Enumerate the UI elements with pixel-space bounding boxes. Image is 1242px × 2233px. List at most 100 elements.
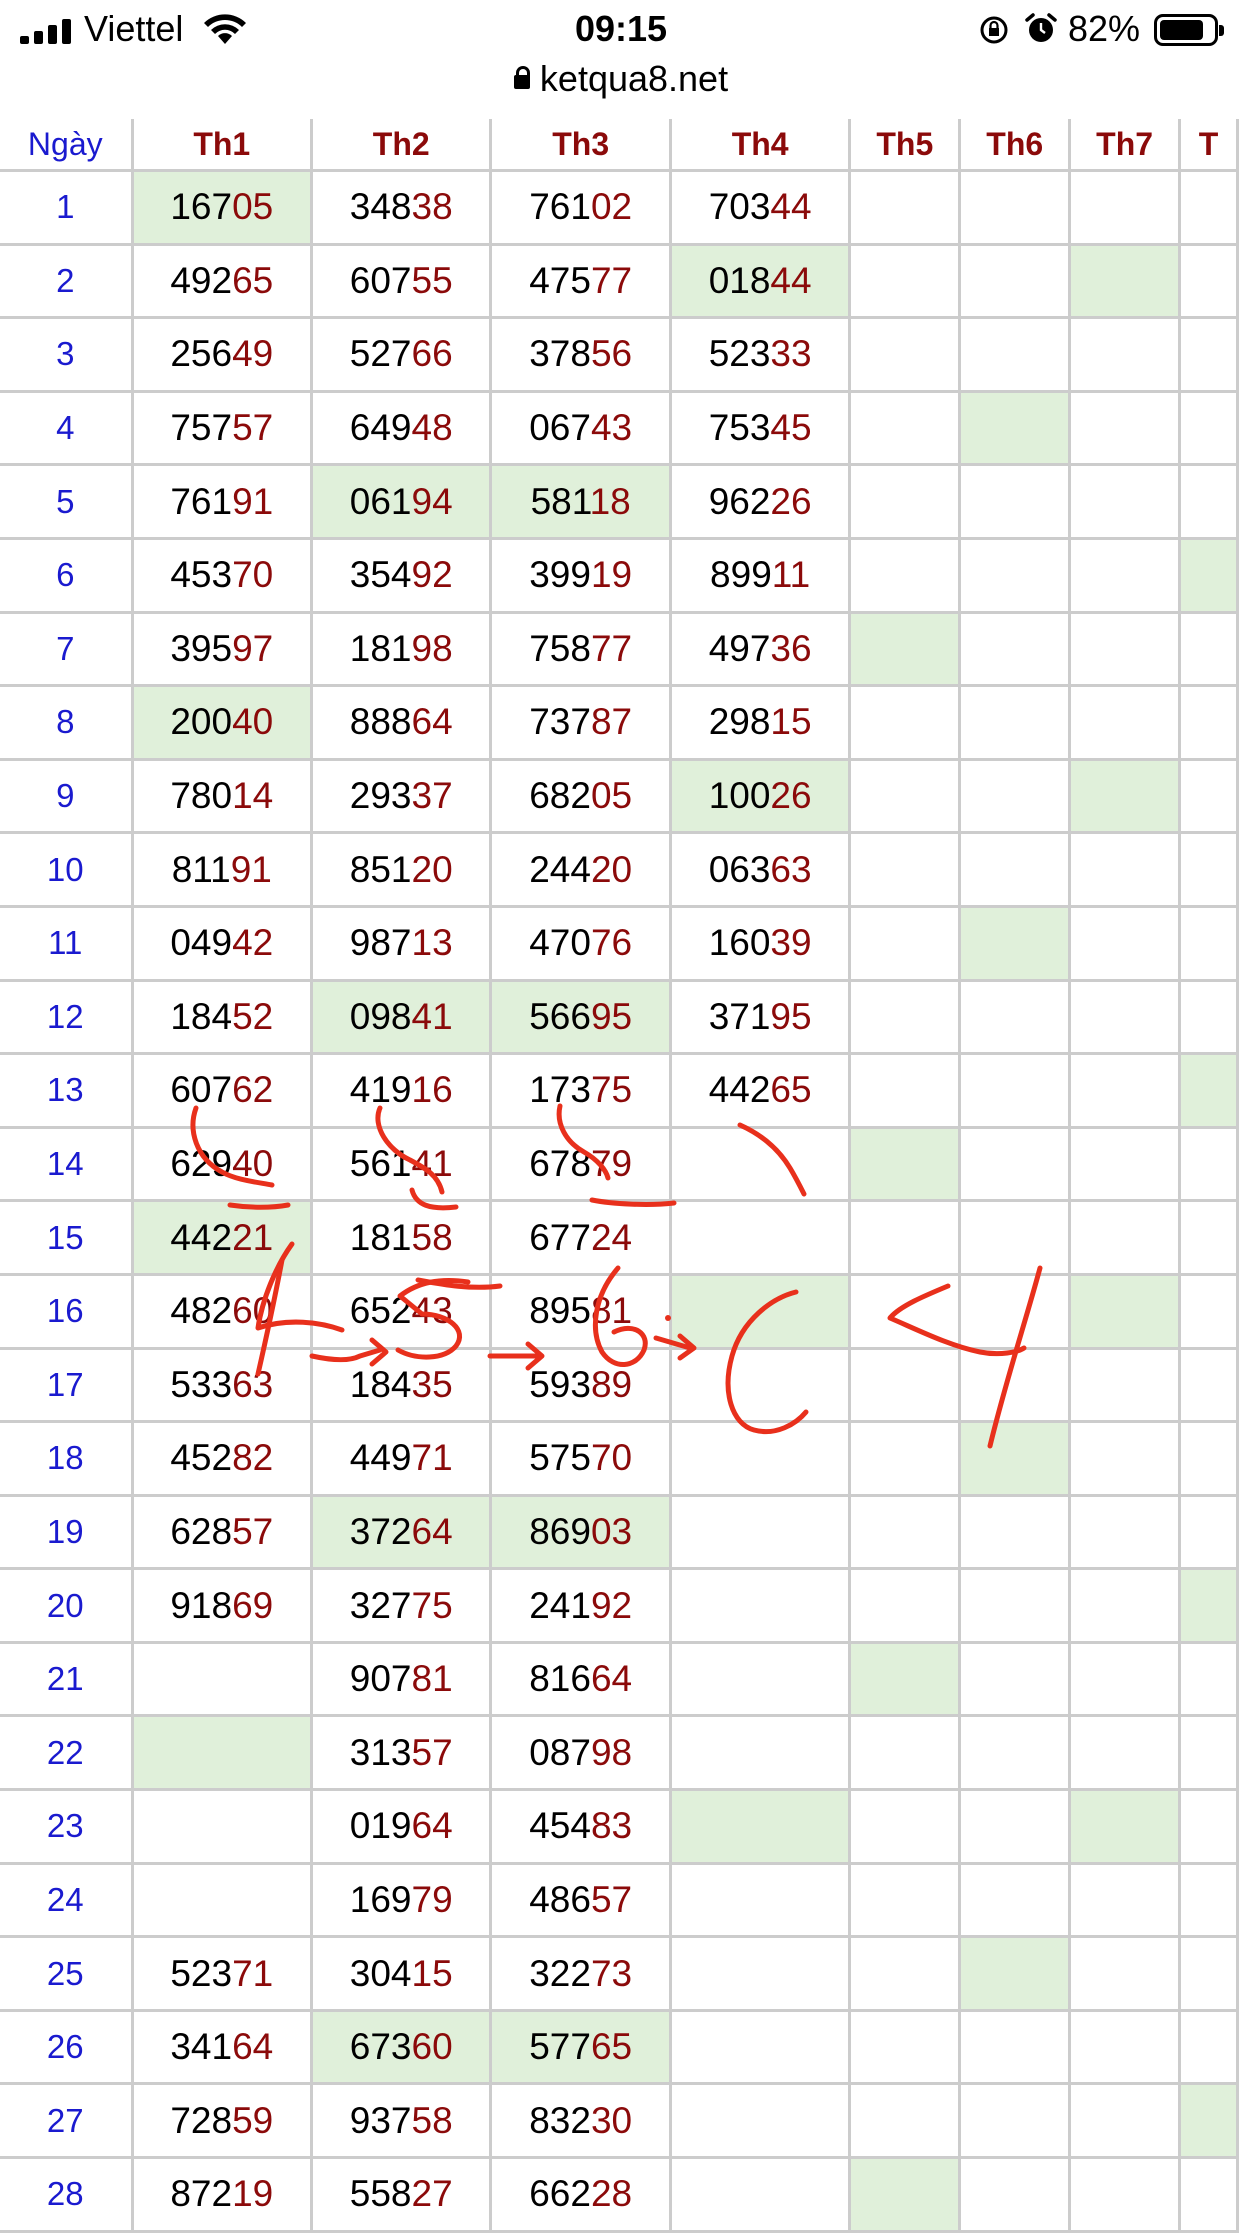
number-tail: 64 — [411, 1805, 453, 1847]
day-cell: 12 — [0, 978, 134, 1056]
result-cell: 67879 — [489, 1125, 672, 1203]
result-cell — [848, 1199, 962, 1276]
result-cell — [1068, 536, 1182, 614]
number-head: 816 — [529, 1658, 591, 1700]
result-cell — [958, 904, 1072, 982]
table-row: 8 20040 88864 73787 29815 — [0, 684, 1239, 761]
number-head: 256 — [170, 333, 233, 375]
number-head: 341 — [170, 2026, 233, 2068]
table-row: 28 87219 55827 66228 — [0, 2156, 1239, 2233]
column-header-th6: Th6 — [958, 119, 1072, 172]
number-tail: 75 — [590, 1069, 633, 1111]
day-cell: 16 — [0, 1272, 134, 1350]
result-cell: 32775 — [309, 1567, 493, 1644]
result-cell — [958, 1199, 1072, 1276]
result-cell — [668, 1640, 852, 1718]
result-cell: 62940 — [130, 1125, 314, 1203]
result-cell: 89911 — [668, 536, 852, 614]
number-head: 452 — [170, 1437, 233, 1479]
result-cell — [1068, 1493, 1182, 1571]
day-cell: 19 — [0, 1493, 134, 1571]
result-cell — [848, 2156, 962, 2233]
number-tail: 83 — [590, 1805, 633, 1847]
result-cell: 16979 — [309, 1861, 493, 1939]
number-head: 682 — [529, 775, 591, 817]
result-cell — [1068, 1272, 1182, 1350]
day-cell: 3 — [0, 316, 134, 393]
day-cell: 18 — [0, 1420, 134, 1497]
number-tail: 30 — [590, 2099, 633, 2141]
result-cell: 39919 — [489, 536, 672, 614]
number-tail: 57 — [232, 1510, 274, 1552]
column-header-th1: Th1 — [130, 119, 314, 172]
number-head: 087 — [529, 1731, 591, 1773]
result-cell — [1178, 463, 1239, 540]
number-tail: 71 — [232, 1952, 274, 1994]
result-cell: 56141 — [309, 1125, 493, 1203]
number-tail: 81 — [411, 1658, 453, 1700]
number-tail: 66 — [411, 333, 453, 375]
number-head: 757 — [170, 407, 233, 449]
result-cell: 91869 — [130, 1567, 314, 1644]
result-cell: 60762 — [130, 1052, 314, 1129]
result-cell — [848, 1567, 962, 1644]
result-cell: 49265 — [130, 242, 314, 320]
result-cell: 73787 — [489, 684, 672, 761]
number-head: 649 — [349, 407, 412, 449]
result-cell — [1178, 1567, 1239, 1644]
number-head: 200 — [170, 701, 233, 743]
day-cell: 28 — [0, 2156, 134, 2233]
result-cell — [848, 242, 962, 320]
result-cell: 86903 — [489, 1493, 672, 1571]
number-head: 872 — [170, 2173, 233, 2215]
table-row: 20 91869 32775 24192 — [0, 1567, 1239, 1644]
number-tail: 75 — [411, 1584, 453, 1626]
result-cell — [848, 2008, 962, 2086]
number-tail: 77 — [590, 259, 633, 301]
result-cell — [958, 242, 1072, 320]
result-cell — [848, 1052, 962, 1129]
result-cell: 44265 — [668, 1052, 852, 1129]
number-tail: 95 — [770, 995, 812, 1037]
number-tail: 48 — [411, 407, 453, 449]
day-cell: 23 — [0, 1788, 134, 1865]
number-tail: 95 — [590, 995, 633, 1037]
number-head: 372 — [349, 1510, 412, 1552]
result-cell: 75345 — [668, 389, 852, 467]
result-cell: 24192 — [489, 1567, 672, 1644]
result-cell: 89581 — [489, 1272, 672, 1350]
number-head: 470 — [529, 922, 591, 964]
result-cell — [1178, 1272, 1239, 1350]
number-head: 019 — [349, 1805, 412, 1847]
result-cell — [1178, 2156, 1239, 2233]
result-cell: 81664 — [489, 1640, 672, 1718]
result-cell: 18158 — [309, 1199, 493, 1276]
result-cell: 93758 — [309, 2082, 493, 2160]
result-cell — [848, 1861, 962, 1939]
table-row: 27 72859 93758 83230 — [0, 2082, 1239, 2160]
number-tail: 71 — [411, 1437, 453, 1479]
result-cell — [848, 1714, 962, 1792]
number-tail: 98 — [590, 1731, 633, 1773]
result-cell: 06743 — [489, 389, 672, 467]
number-head: 348 — [349, 186, 412, 228]
number-head: 492 — [170, 259, 233, 301]
number-head: 453 — [170, 554, 233, 596]
result-cell — [958, 2156, 1072, 2233]
number-tail: 43 — [590, 407, 633, 449]
result-cell: 44221 — [130, 1199, 314, 1276]
number-tail: 19 — [232, 2173, 274, 2215]
day-cell: 22 — [0, 1714, 134, 1792]
result-cell — [1068, 831, 1182, 908]
day-cell: 6 — [0, 536, 134, 614]
result-cell: 48657 — [489, 1861, 672, 1939]
number-head: 399 — [529, 554, 591, 596]
result-cell: 35492 — [309, 536, 493, 614]
address-bar[interactable]: ketqua8.net — [0, 58, 1242, 100]
number-head: 851 — [349, 848, 412, 890]
result-cell: 16705 — [130, 169, 314, 246]
result-cell — [848, 1788, 962, 1865]
number-head: 962 — [708, 480, 771, 522]
number-head: 678 — [529, 1143, 591, 1185]
result-cell: 58118 — [489, 463, 672, 540]
